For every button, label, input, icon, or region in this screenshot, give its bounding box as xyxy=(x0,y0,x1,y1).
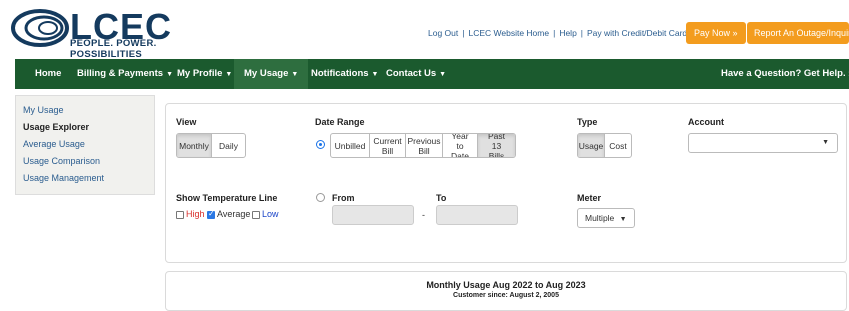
from-label: From xyxy=(332,193,355,203)
temp-average-checkbox[interactable] xyxy=(207,209,215,219)
header: LCEC PEOPLE. POWER. POSSIBILITIES Log Ou… xyxy=(0,0,849,60)
temp-high-label: High xyxy=(186,209,205,219)
date-range-toggle: Unbilled Current Bill Previous Bill Year… xyxy=(330,133,516,158)
logout-link[interactable]: Log Out xyxy=(428,28,458,38)
main-nav: Home Billing & Payments ▼ My Profile ▼ My … xyxy=(15,59,849,89)
nav-get-help[interactable]: Have a Question? Get Help. » xyxy=(711,59,849,89)
summary-title: Monthly Usage Aug 2022 to Aug 2023 xyxy=(426,280,586,290)
nav-billing-payments[interactable]: Billing & Payments ▼ xyxy=(67,59,183,89)
to-label: To xyxy=(436,193,447,203)
type-usage-button[interactable]: Usage xyxy=(578,134,605,157)
usage-summary-panel: Monthly Usage Aug 2022 to Aug 2023 Custo… xyxy=(165,271,847,311)
caret-down-icon: ▼ xyxy=(619,216,627,223)
view-daily-button[interactable]: Daily xyxy=(212,134,245,157)
nav-notifications-label: Notifications xyxy=(311,68,369,79)
temperature-line-label: Show Temperature Line xyxy=(176,193,278,203)
top-links: Log Out | LCEC Website Home | Help | Pay with … xyxy=(428,28,687,38)
type-toggle: Usage Cost xyxy=(577,133,632,158)
sidebar-item-usage-management[interactable]: Usage Management xyxy=(23,170,147,187)
view-monthly-button[interactable]: Monthly xyxy=(177,134,212,157)
nav-contact-us[interactable]: Contact Us ▼ xyxy=(376,59,456,89)
logo-tagline: PEOPLE. POWER. POSSIBILITIES xyxy=(70,38,157,60)
sidebar-item-usage-comparison[interactable]: Usage Comparison xyxy=(23,153,147,170)
nav-contact-label: Contact Us xyxy=(386,68,437,79)
sidebar-item-my-usage[interactable]: My Usage xyxy=(23,102,147,119)
date-previous-bill-button[interactable]: Previous Bill xyxy=(406,134,443,157)
type-cost-button[interactable]: Cost xyxy=(605,134,631,157)
sidebar-item-usage-explorer[interactable]: Usage Explorer xyxy=(23,119,147,136)
nav-home-label: Home xyxy=(35,68,62,79)
pay-now-button[interactable]: Pay Now » xyxy=(686,22,746,44)
from-date-input[interactable] xyxy=(332,205,414,225)
type-label: Type xyxy=(577,117,598,127)
chevron-down-icon: ▼ xyxy=(822,139,829,146)
date-unbilled-button[interactable]: Unbilled xyxy=(331,134,370,157)
nav-home[interactable]: Home xyxy=(25,59,71,89)
temp-average-label: Average xyxy=(217,209,251,219)
caret-down-icon: ▼ xyxy=(225,71,233,78)
custom-range-radio[interactable] xyxy=(316,193,325,202)
account-label: Account xyxy=(688,117,724,127)
pay-card-link[interactable]: Pay with Credit/Debit Card xyxy=(587,28,687,38)
usage-controls-panel: View Monthly Daily Date Range Unbilled C… xyxy=(165,103,847,263)
nav-my-usage[interactable]: My Usage ▼ xyxy=(234,59,309,89)
website-home-link[interactable]: LCEC Website Home xyxy=(468,28,549,38)
temp-low-checkbox[interactable] xyxy=(252,211,260,219)
date-range-radio[interactable] xyxy=(316,140,325,149)
link-separator: | xyxy=(580,28,584,38)
nav-billing-label: Billing & Payments xyxy=(77,68,164,79)
view-label: View xyxy=(176,117,197,127)
caret-down-icon: ▼ xyxy=(291,71,299,78)
meter-label: Meter xyxy=(577,193,602,203)
customer-since: Customer since: August 2, 2005 xyxy=(453,292,559,299)
logo-swoosh-icon xyxy=(11,9,69,47)
temp-low-label: Low xyxy=(262,209,279,219)
date-range-separator: - xyxy=(422,210,425,220)
date-current-bill-button[interactable]: Current Bill xyxy=(370,134,406,157)
link-separator: | xyxy=(462,28,465,38)
meter-dropdown[interactable]: Multiple ▼ xyxy=(577,208,635,228)
caret-down-icon: ▼ xyxy=(439,71,447,78)
link-separator: | xyxy=(553,28,556,38)
to-date-input[interactable] xyxy=(436,205,518,225)
nav-usage-label: My Usage xyxy=(244,68,289,79)
nav-my-profile[interactable]: My Profile ▼ xyxy=(167,59,242,89)
lcec-logo[interactable]: LCEC PEOPLE. POWER. POSSIBILITIES xyxy=(10,7,230,60)
usage-sidebar: My Usage Usage Explorer Average Usage Us… xyxy=(15,95,155,195)
help-link[interactable]: Help xyxy=(559,28,576,38)
account-select[interactable]: ▼ xyxy=(688,133,838,153)
temp-high-checkbox[interactable] xyxy=(176,211,184,219)
date-past-13-button[interactable]: Past 13 Bills xyxy=(478,134,515,157)
sidebar-item-average-usage[interactable]: Average Usage xyxy=(23,136,147,153)
meter-value: Multiple xyxy=(585,213,615,223)
nav-profile-label: My Profile xyxy=(177,68,223,79)
report-outage-button[interactable]: Report An Outage/Inquiry xyxy=(747,22,849,44)
view-toggle: Monthly Daily xyxy=(176,133,246,158)
date-ytd-button[interactable]: Year to Date xyxy=(443,134,478,157)
date-range-label: Date Range xyxy=(315,117,365,127)
